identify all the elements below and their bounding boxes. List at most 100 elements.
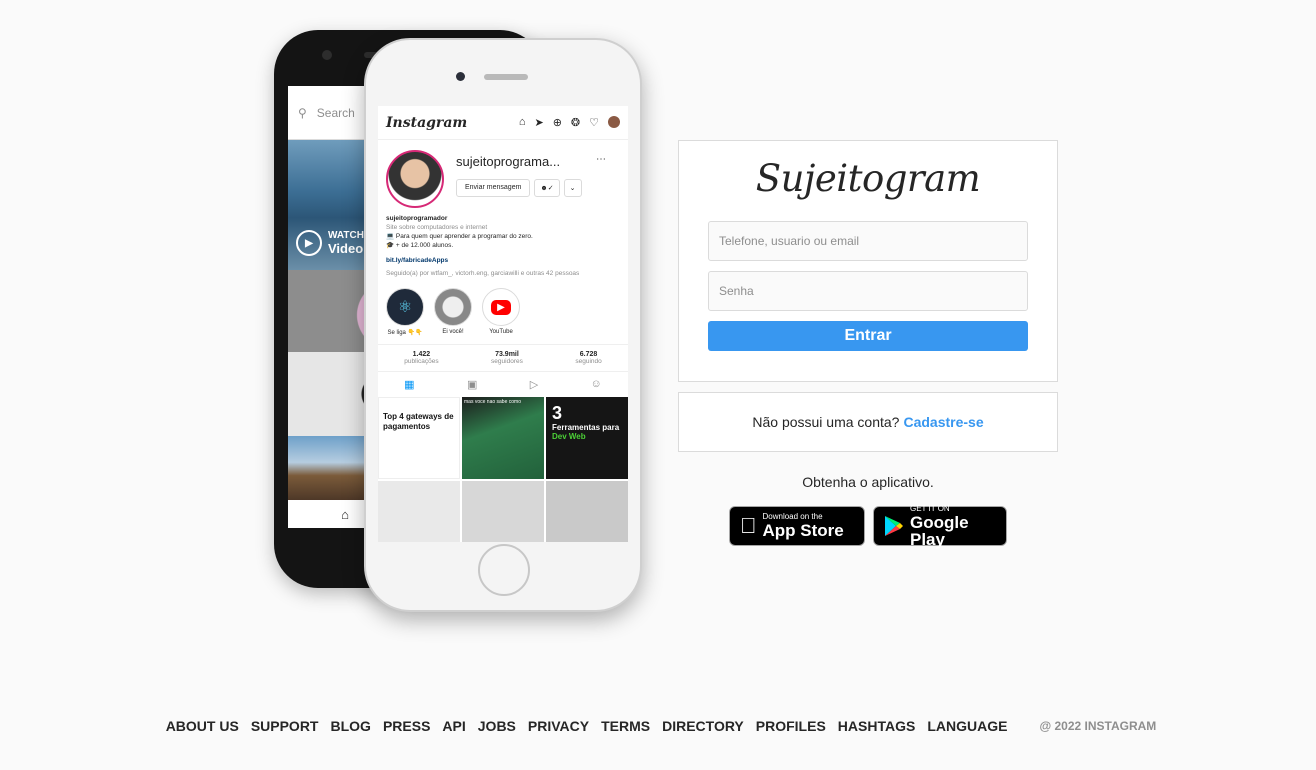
tagged-icon: ☺: [590, 378, 602, 390]
phone-front: Instagram ⌂ ➤ ⊕ ❂ ♡ sujeitoprograma... ⋯…: [364, 38, 642, 612]
grid-icon: ▦: [404, 379, 415, 391]
profile-handle: sujeitoprograma...: [456, 154, 561, 169]
post-caption: mas voce nao sabe como: [464, 399, 521, 405]
react-icon: ⚛: [386, 288, 424, 326]
footer-link-directory[interactable]: DIRECTORY: [662, 718, 744, 734]
stat-value: 1.422: [412, 351, 431, 358]
highlight-thumb: [434, 288, 472, 326]
stat-posts: 1.422 publicações: [404, 351, 438, 365]
footer-link-hashtags[interactable]: HASHTAGS: [838, 718, 916, 734]
stat-following: 6.728 seguindo: [575, 351, 601, 365]
story-highlights: ⚛ Se liga 👇👇 Ei você! ▶ YouTube: [378, 278, 628, 336]
app-store-small: Download on the: [746, 512, 823, 521]
app-store-large: App Store: [746, 521, 844, 540]
highlight-item: ▶ YouTube: [482, 288, 520, 336]
ig-logo: Instagram: [386, 114, 468, 131]
footer-link-about-us[interactable]: ABOUT US: [166, 718, 239, 734]
compass-icon: ❂: [570, 117, 581, 129]
explore-search-placeholder: Search: [316, 105, 355, 120]
phone-home-button: [478, 544, 530, 596]
post-thumb: [546, 481, 628, 542]
video-icon: ▷: [529, 379, 539, 391]
phone-camera: [456, 72, 465, 81]
google-play-icon: [884, 515, 904, 537]
send-message-button: Enviar mensagem: [456, 179, 531, 197]
google-play-badge[interactable]: GET IT ON Google Play: [873, 503, 1007, 548]
profile-bio: sujeitoprogramador Site sobre computador…: [378, 214, 628, 278]
search-icon: ⚲: [298, 105, 307, 120]
profile-screen: Instagram ⌂ ➤ ⊕ ❂ ♡ sujeitoprograma... ⋯…: [378, 106, 628, 542]
home-icon: ⌂: [518, 116, 526, 128]
profile-avatar: [386, 150, 444, 208]
phones-mockup-image: ⚲ Search ▶ WATCH Video ⌂ Instagram ⌂ ➤ ⊕…: [272, 28, 644, 618]
copyright: @ 2022 INSTAGRAM: [1039, 719, 1157, 733]
post-caption: Ferramentas para: [552, 423, 620, 432]
highlight-label: YouTube: [489, 329, 513, 335]
bio-line: 💻 Para quem quer aprender a programar do…: [386, 233, 533, 240]
login-form: Sujeitogram Entrar: [678, 140, 1058, 382]
more-icon: ⋯: [596, 154, 606, 165]
footer-link-terms[interactable]: TERMS: [601, 718, 650, 734]
heart-icon: ♡: [589, 117, 599, 129]
chevron-down-icon: ⌄: [563, 179, 582, 197]
highlight-label: Ei você!: [442, 329, 464, 335]
post-thumb: [462, 481, 544, 542]
footer-link-support[interactable]: SUPPORT: [251, 718, 319, 734]
bio-name: sujeitoprogramador: [386, 215, 448, 222]
app-logo: Sujeitogram: [755, 157, 981, 200]
footer-link-language[interactable]: LANGUAGE: [927, 718, 1007, 734]
profile-tabs: ▦ ▣ ▷ ☺: [378, 371, 628, 397]
signup-question: Não possui uma conta?: [752, 414, 900, 430]
footer-link-jobs[interactable]: JOBS: [478, 718, 516, 734]
bio-line: Site sobre computadores e internet: [386, 224, 488, 231]
followed-by: Seguido(a) por wtfam_, victorh.eng, garc…: [386, 270, 580, 277]
stat-label: seguidores: [491, 358, 523, 365]
footer-link-press[interactable]: PRESS: [383, 718, 430, 734]
video-label: Video: [328, 241, 364, 256]
add-icon: ⊕: [552, 117, 562, 129]
highlight-item: Ei você!: [434, 288, 472, 336]
password-input[interactable]: [708, 271, 1028, 311]
footer: ABOUT US SUPPORT BLOG PRESS API JOBS PRI…: [0, 718, 1316, 734]
watch-video-overlay: ▶ WATCH Video: [296, 230, 364, 256]
stat-value: 6.728: [579, 351, 598, 358]
bio-line: 🎓 + de 12.000 alunos.: [386, 242, 454, 249]
footer-link-api[interactable]: API: [442, 718, 465, 734]
footer-link-blog[interactable]: BLOG: [331, 718, 371, 734]
post-thumb: Top 4 gateways de pagamentos: [378, 397, 460, 479]
profile-stats: 1.422 publicações 73.9mil seguidores 6.7…: [378, 344, 628, 365]
follow-check-icon: ☻✓: [534, 179, 560, 197]
post-thumb: [378, 481, 460, 542]
profile-header: sujeitoprograma... ⋯ Enviar mensagem ☻✓ …: [378, 140, 628, 214]
watch-label: WATCH: [328, 230, 364, 241]
login-button[interactable]: Entrar: [708, 321, 1028, 351]
ig-nav-icons: ⌂ ➤ ⊕ ❂ ♡: [519, 116, 620, 129]
footer-link-privacy[interactable]: PRIVACY: [528, 718, 589, 734]
avatar-icon: [608, 116, 620, 128]
stat-label: seguindo: [575, 358, 602, 365]
app-store-badge[interactable]:  Download on the App Store: [729, 506, 865, 546]
footer-link-profiles[interactable]: PROFILES: [756, 718, 826, 734]
signup-link[interactable]: Cadastre-se: [903, 414, 983, 430]
stat-value: 73.9mil: [495, 351, 519, 358]
highlight-item: ⚛ Se liga 👇👇: [386, 288, 424, 336]
apple-icon: : [740, 515, 757, 537]
phone-speaker: [484, 74, 528, 80]
google-play-small: GET IT ON: [910, 503, 950, 513]
user-input[interactable]: [708, 221, 1028, 261]
highlight-label: Se liga 👇👇: [387, 330, 423, 336]
login-page: ⚲ Search ▶ WATCH Video ⌂ Instagram ⌂ ➤ ⊕…: [0, 0, 1316, 770]
stat-followers: 73.9mil seguidores: [491, 351, 523, 365]
send-icon: ➤: [534, 117, 544, 129]
ig-top-bar: Instagram ⌂ ➤ ⊕ ❂ ♡: [378, 106, 628, 140]
play-icon: ▶: [296, 230, 322, 256]
phone-camera: [322, 50, 332, 60]
bio-link: bit.ly/fabricadeApps: [386, 257, 449, 264]
post-thumb: 3 Ferramentas para Dev Web: [546, 397, 628, 479]
signup-box: Não possui uma conta? Cadastre-se: [678, 392, 1058, 452]
reels-icon: ▣: [466, 379, 478, 391]
stat-label: publicações: [404, 358, 439, 365]
app-badges:  Download on the App Store GET IT ON Go…: [729, 503, 1007, 548]
youtube-icon: ▶: [482, 288, 520, 326]
posts-grid: Top 4 gateways de pagamentos mas voce na…: [378, 397, 628, 542]
